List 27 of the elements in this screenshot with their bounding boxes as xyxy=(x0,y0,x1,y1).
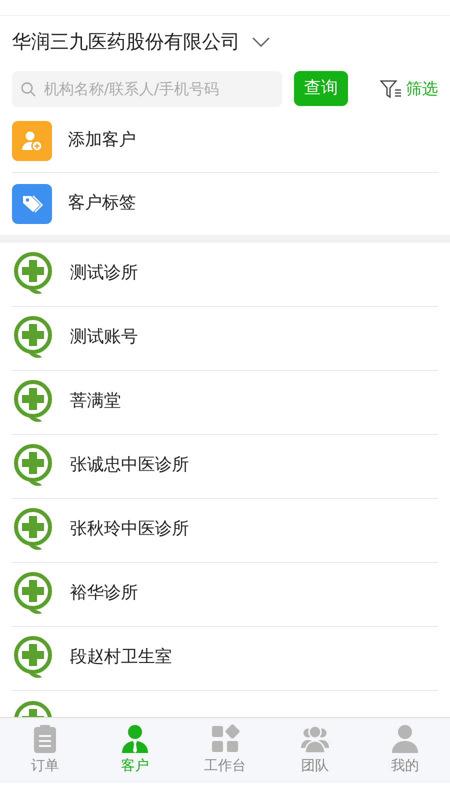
grid-icon xyxy=(210,724,240,754)
customer-name[interactable]: 张诚忠中医诊所 xyxy=(70,453,189,479)
add-person-icon xyxy=(12,121,52,161)
action-label[interactable]: 客户标签 xyxy=(68,190,136,216)
clinic-cross-icon xyxy=(12,379,54,425)
clinic-cross-icon xyxy=(12,635,54,681)
customer-name[interactable]: 测试诊所 xyxy=(70,261,138,287)
customer-name[interactable]: 测试账号 xyxy=(70,325,138,351)
customer-name[interactable]: 菩满堂 xyxy=(70,389,121,415)
customer-name[interactable]: 段赵村卫生室 xyxy=(70,645,172,671)
clinic-cross-icon xyxy=(12,315,54,361)
person-icon xyxy=(390,724,420,754)
search-icon xyxy=(20,80,36,96)
clinic-cross-icon xyxy=(12,507,54,553)
clinic-cross-icon xyxy=(12,443,54,489)
action-label[interactable]: 添加客户 xyxy=(68,128,136,154)
filter-icon[interactable] xyxy=(380,78,402,98)
chevron-down-icon[interactable] xyxy=(252,37,270,48)
group-icon xyxy=(300,724,330,754)
clinic-cross-icon xyxy=(12,251,54,297)
tag-icon xyxy=(12,184,52,224)
person-with-tie-icon xyxy=(120,724,150,754)
customer-name[interactable]: 张秋玲中医诊所 xyxy=(70,517,189,543)
search-field[interactable]: 机构名称/联系人/手机号码 xyxy=(12,70,282,106)
customer-name[interactable]: 裕华诊所 xyxy=(70,581,138,607)
clinic-cross-icon xyxy=(12,571,54,617)
company-name[interactable]: 华润三九医药股份有限公司 xyxy=(12,28,240,56)
